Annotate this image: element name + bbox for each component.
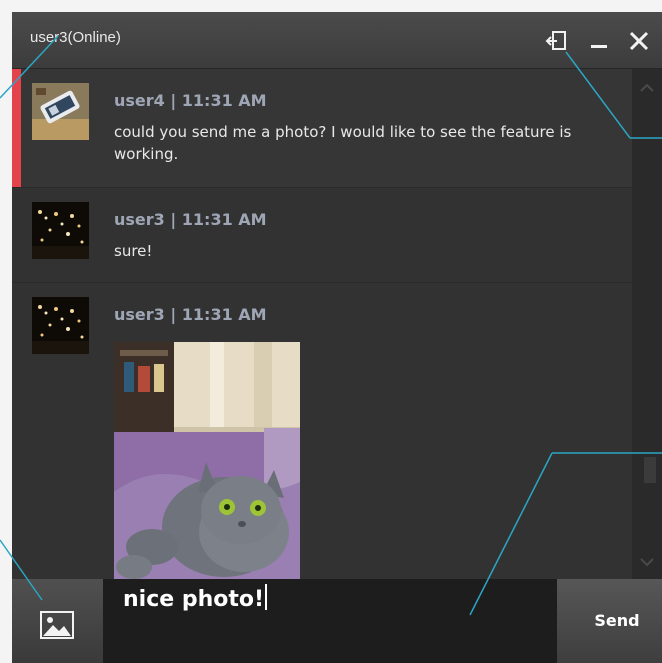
message-text: could you send me a photo? I would like … — [114, 123, 572, 163]
text-caret — [265, 584, 268, 610]
message-item: user4 | 11:31 AM could you send me a pho… — [12, 69, 632, 188]
unread-indicator — [12, 69, 21, 187]
popout-button[interactable] — [544, 22, 574, 58]
scrollbar[interactable] — [632, 69, 662, 579]
scroll-up-button[interactable] — [632, 69, 662, 105]
send-button-label: Send — [594, 611, 640, 630]
message-list[interactable]: user4 | 11:31 AM could you send me a pho… — [12, 69, 632, 579]
composer-bar: nice photo! Send — [12, 579, 662, 663]
avatar[interactable] — [32, 83, 89, 140]
avatar[interactable] — [32, 202, 89, 259]
message-input-text: nice photo! — [123, 584, 268, 612]
title-bar[interactable]: user3(Online) — [12, 12, 662, 69]
attach-image-button[interactable] — [12, 579, 103, 663]
message-header: user4 | 11:31 AM — [114, 91, 267, 110]
message-text: sure! — [114, 242, 153, 260]
close-icon — [629, 31, 649, 51]
message-item: user3 | 11:31 AM — [12, 283, 632, 579]
message-header: user3 | 11:31 AM — [114, 210, 267, 229]
send-button[interactable]: Send — [557, 579, 662, 663]
chevron-down-icon — [640, 558, 654, 567]
minimize-button[interactable] — [585, 22, 615, 58]
photo-attachment[interactable] — [114, 342, 300, 579]
scroll-down-button[interactable] — [632, 547, 662, 579]
close-button[interactable] — [624, 22, 654, 58]
avatar[interactable] — [32, 297, 89, 354]
message-input[interactable]: nice photo! — [103, 579, 557, 663]
message-header: user3 | 11:31 AM — [114, 305, 267, 324]
chat-window: user3(Online) user4 | 11:31 AM could you… — [12, 12, 662, 663]
window-title: user3(Online) — [30, 29, 121, 46]
message-item: user3 | 11:31 AM sure! — [12, 188, 632, 283]
image-icon — [40, 611, 74, 639]
minimize-icon — [591, 45, 607, 48]
scrollbar-thumb[interactable] — [644, 457, 656, 483]
popout-icon — [545, 31, 566, 50]
chevron-up-icon — [640, 83, 654, 92]
